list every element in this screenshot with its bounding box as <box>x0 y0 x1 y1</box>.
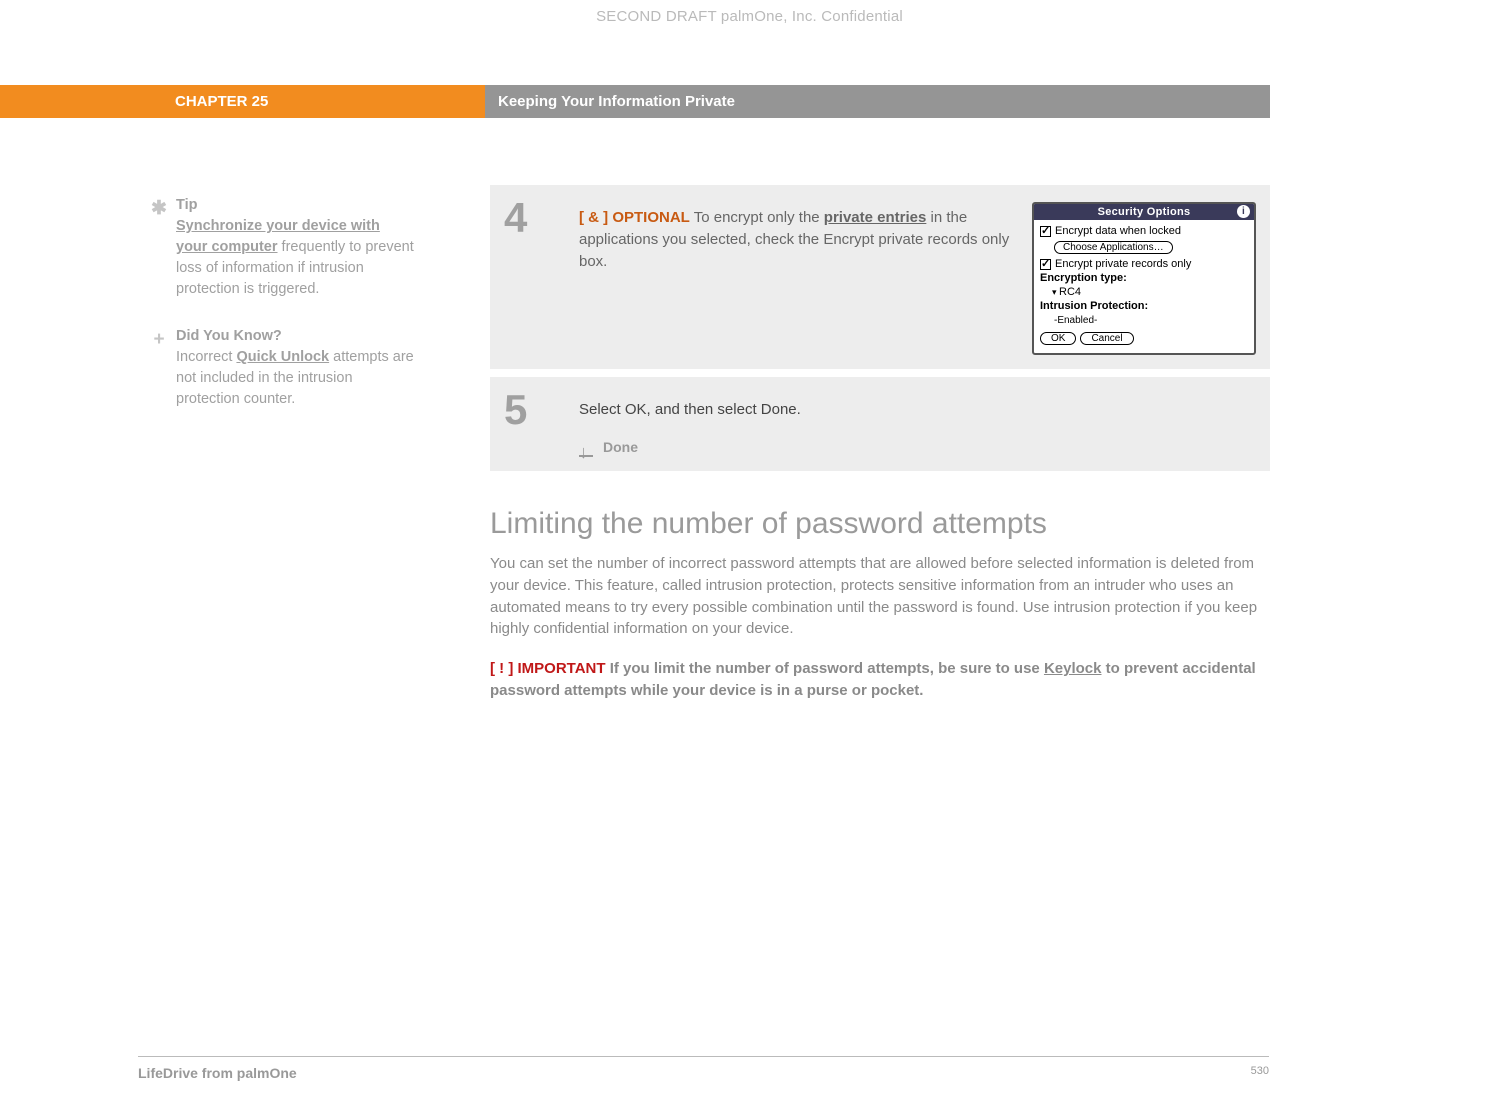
chapter-bar: CHAPTER 25 Keeping Your Information Priv… <box>0 85 1270 118</box>
security-options-screenshot: Security Options i Encrypt data when loc… <box>1032 202 1256 355</box>
tip-heading: Tip <box>176 195 415 216</box>
step-4: 4 [ & ] OPTIONAL To encrypt only the pri… <box>490 185 1270 369</box>
encryption-type-dropdown[interactable]: RC4 <box>1052 286 1248 298</box>
checkbox-icon[interactable] <box>1040 259 1051 270</box>
palm-row1-label: Encrypt data when locked <box>1055 225 1181 237</box>
dyk-link[interactable]: Quick Unlock <box>236 349 329 365</box>
intrusion-value[interactable]: -Enabled- <box>1054 315 1097 326</box>
important-tag: [ ! ] IMPORTANT <box>490 660 606 677</box>
done-indicator: Done <box>579 437 1256 457</box>
down-arrow-icon <box>579 439 595 455</box>
dyk-body: Incorrect Quick Unlock attempts are not … <box>176 347 415 410</box>
section-body: You can set the number of incorrect pass… <box>490 553 1270 640</box>
info-icon[interactable]: i <box>1237 205 1250 218</box>
chapter-title: Keeping Your Information Private <box>485 85 1270 118</box>
chapter-number: CHAPTER 25 <box>0 85 485 118</box>
cancel-button[interactable]: Cancel <box>1080 332 1133 345</box>
page-footer: LifeDrive from palmOne 530 <box>138 1056 1269 1081</box>
encryption-type-label: Encryption type: <box>1040 272 1248 284</box>
main-column: 4 [ & ] OPTIONAL To encrypt only the pri… <box>490 185 1270 720</box>
tip-body: Synchronize your device with your comput… <box>176 216 415 300</box>
ok-button[interactable]: OK <box>1040 332 1076 345</box>
optional-tag: [ & ] OPTIONAL <box>579 209 690 226</box>
draft-watermark: SECOND DRAFT palmOne, Inc. Confidential <box>0 8 1499 25</box>
keylock-link[interactable]: Keylock <box>1044 660 1102 677</box>
choose-applications-button[interactable]: Choose Applications… <box>1054 241 1173 254</box>
checkbox-icon[interactable] <box>1040 226 1051 237</box>
palm-title-text: Security Options <box>1098 206 1191 218</box>
dyk-heading: Did You Know? <box>176 326 415 347</box>
step-5: 5 Select OK, and then select Done. Done <box>490 377 1270 471</box>
section-heading: Limiting the number of password attempts <box>490 507 1270 541</box>
dyk-pre: Incorrect <box>176 349 236 365</box>
step-number-5: 5 <box>504 389 579 431</box>
didyouknow-block: + Did You Know? Incorrect Quick Unlock a… <box>150 326 415 410</box>
asterisk-icon: ✱ <box>150 195 168 223</box>
palm-titlebar: Security Options i <box>1034 204 1254 220</box>
step4-pre: To encrypt only the <box>690 209 824 226</box>
important-pre: If you limit the number of password atte… <box>606 660 1044 677</box>
step-number-4: 4 <box>504 197 579 239</box>
palm-encrypt-locked-row[interactable]: Encrypt data when locked <box>1040 225 1248 237</box>
page-number: 530 <box>1251 1065 1269 1081</box>
important-note: [ ! ] IMPORTANT If you limit the number … <box>490 658 1270 702</box>
sidebar: ✱ Tip Synchronize your device with your … <box>150 195 415 436</box>
palm-row2-label: Encrypt private records only <box>1055 258 1191 270</box>
done-label: Done <box>603 437 638 457</box>
intrusion-protection-label: Intrusion Protection: <box>1040 300 1248 312</box>
plus-icon: + <box>150 326 168 354</box>
step-5-text: Select OK, and then select Done. <box>579 399 1256 421</box>
footer-product: LifeDrive from palmOne <box>138 1065 297 1081</box>
step-4-text: [ & ] OPTIONAL To encrypt only the priva… <box>579 197 1014 355</box>
palm-encrypt-private-row[interactable]: Encrypt private records only <box>1040 258 1248 270</box>
tip-block: ✱ Tip Synchronize your device with your … <box>150 195 415 300</box>
private-entries-link[interactable]: private entries <box>824 209 927 226</box>
